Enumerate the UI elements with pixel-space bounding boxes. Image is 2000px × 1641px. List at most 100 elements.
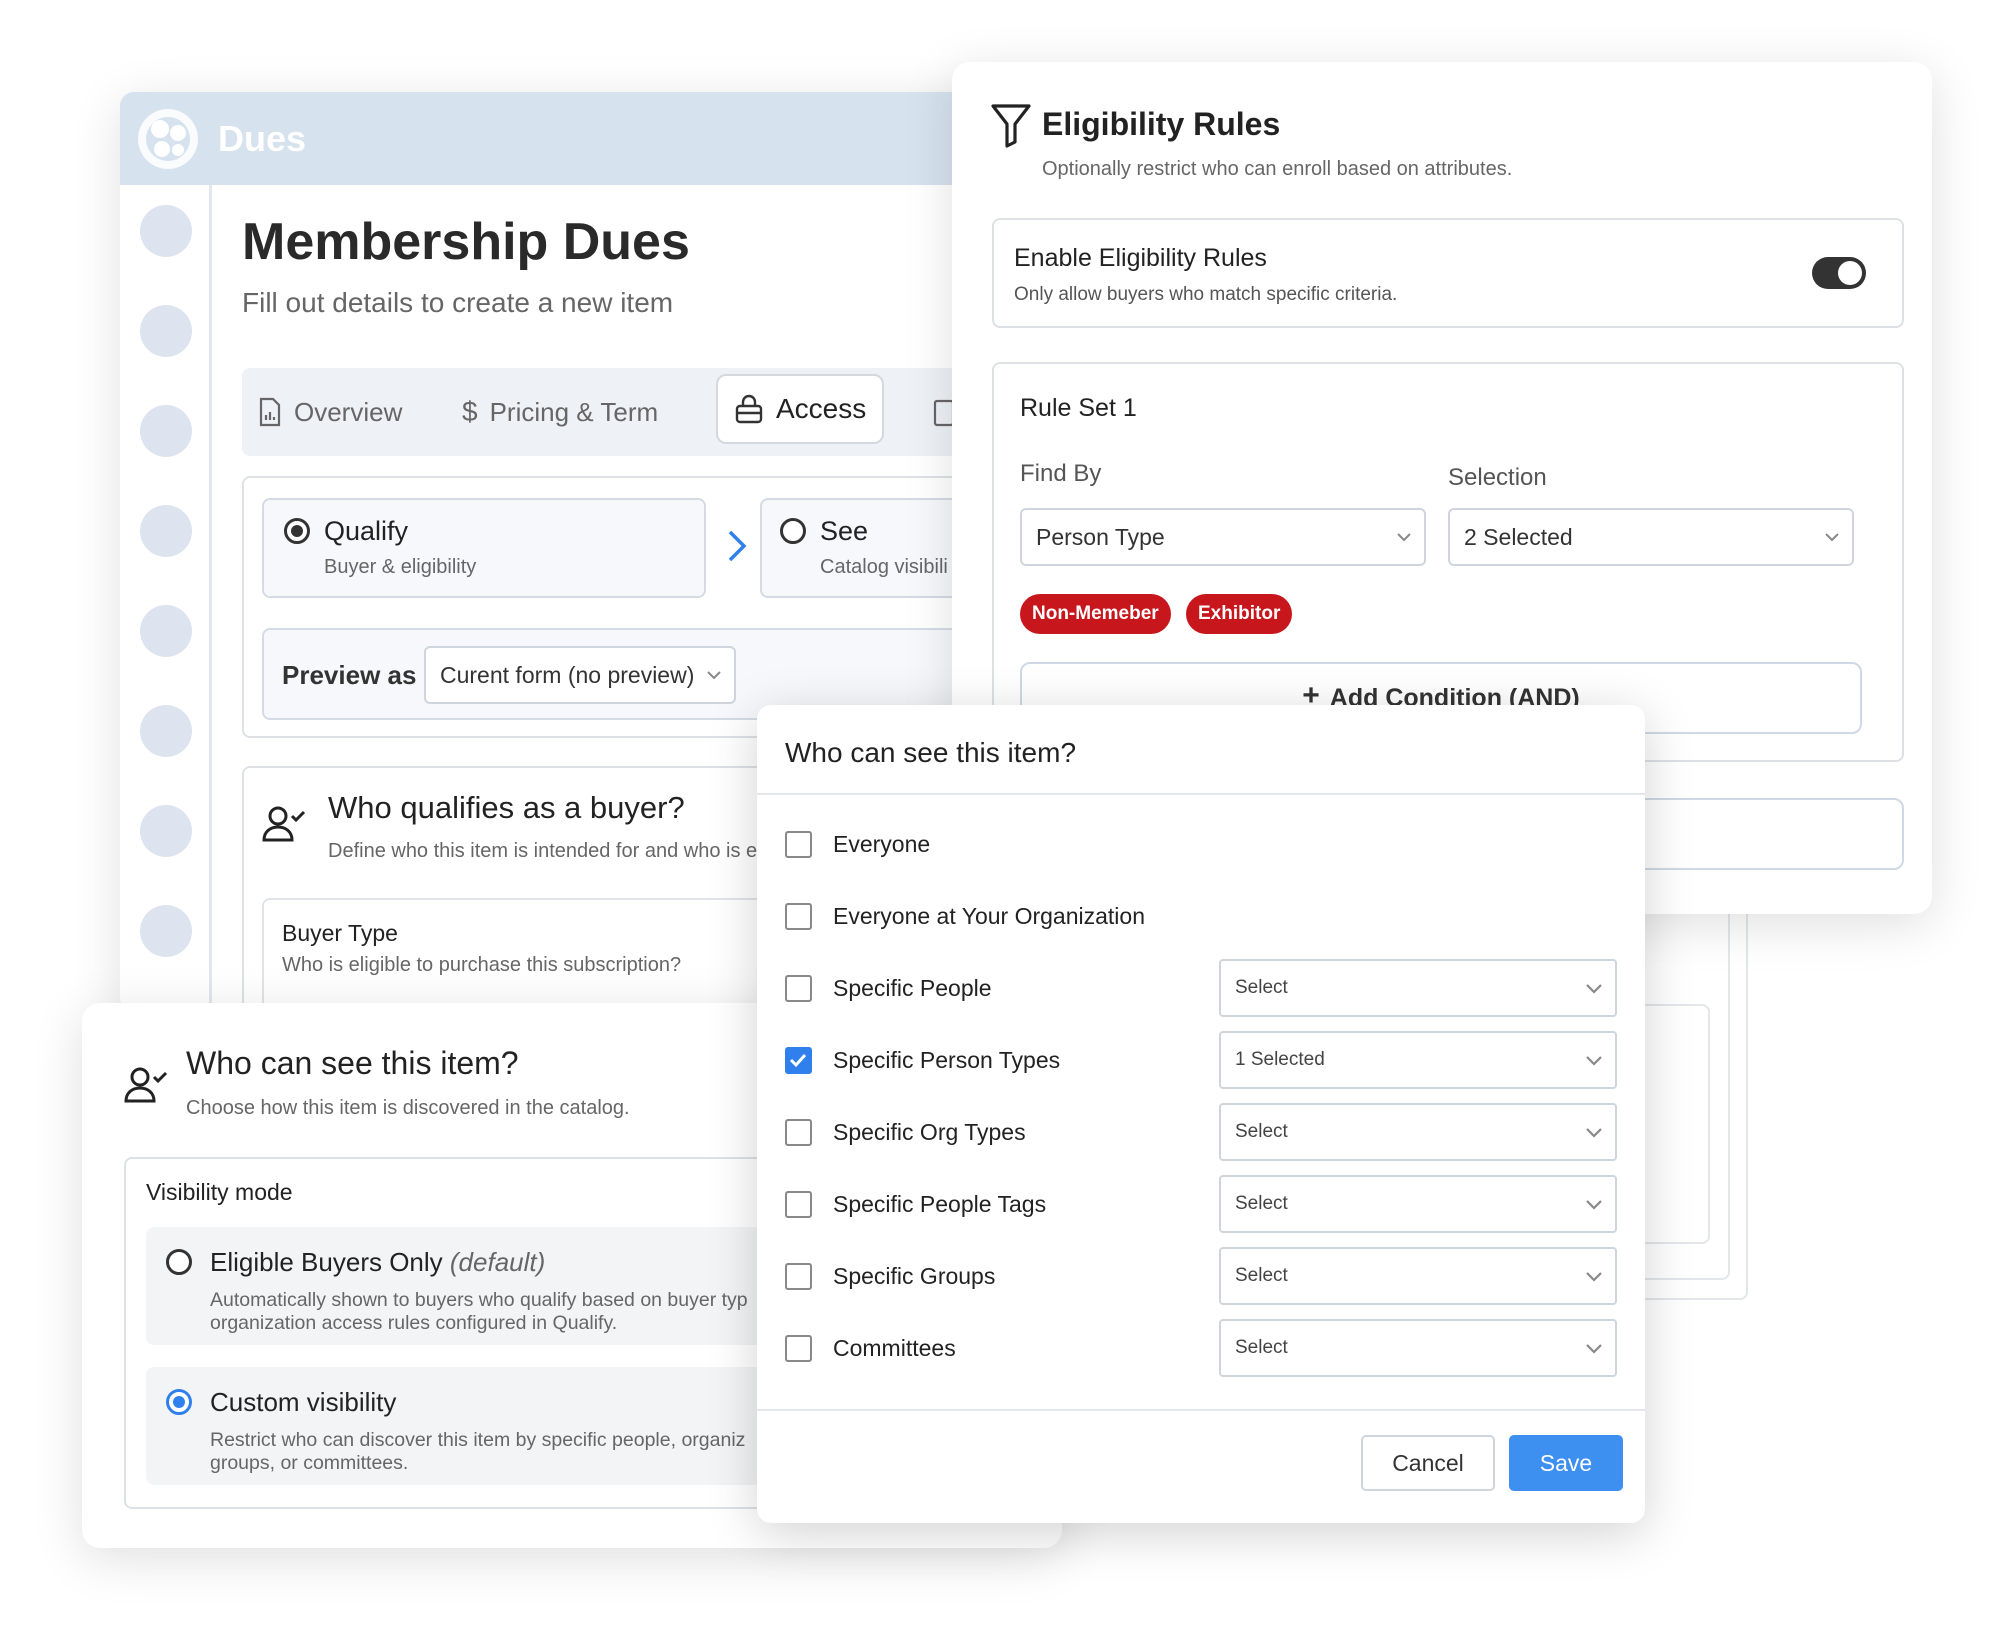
- step-subtitle: Catalog visibili: [820, 556, 948, 578]
- chevron-right-icon: [722, 528, 752, 564]
- checkbox[interactable]: [785, 1263, 812, 1290]
- eligibility-subtitle: Optionally restrict who can enroll based…: [1042, 158, 1513, 180]
- save-button[interactable]: Save: [1509, 1435, 1623, 1491]
- sidebar-item[interactable]: [140, 705, 192, 757]
- preview-value: Curent form (no preview): [440, 661, 695, 688]
- checkbox[interactable]: [785, 831, 812, 858]
- row-label: Specific Groups: [833, 1263, 996, 1289]
- divider: [757, 1409, 1645, 1411]
- buyer-subtitle: Define who this item is intended for and…: [328, 840, 758, 862]
- mode-option-desc: groups, or committees.: [210, 1452, 409, 1474]
- step-title: Qualify: [324, 516, 409, 546]
- eligible-radio[interactable]: [166, 1249, 192, 1275]
- tag-chip[interactable]: Non-Memeber: [1020, 594, 1171, 634]
- preview-select[interactable]: Curent form (no preview): [424, 646, 736, 704]
- divider: [757, 793, 1645, 795]
- sidebar-item[interactable]: [140, 505, 192, 557]
- visibility-row: Everyone: [785, 815, 1625, 875]
- selection-select[interactable]: 2 Selected: [1448, 508, 1854, 566]
- enable-subtitle: Only allow buyers who match specific cri…: [1014, 284, 1398, 305]
- visibility-row: Specific People Select: [785, 959, 1625, 1019]
- checkbox[interactable]: [785, 1119, 812, 1146]
- checkbox[interactable]: [785, 1335, 812, 1362]
- row-label: Committees: [833, 1335, 956, 1361]
- mode-option-desc: Automatically shown to buyers who qualif…: [210, 1289, 748, 1311]
- user-check-icon: [124, 1065, 168, 1105]
- sidebar-item[interactable]: [140, 805, 192, 857]
- mode-option-title: Custom visibility: [210, 1387, 397, 1417]
- row-select[interactable]: 1 Selected: [1219, 1031, 1617, 1089]
- visibility-mode-label: Visibility mode: [146, 1179, 293, 1205]
- sidebar-item[interactable]: [140, 405, 192, 457]
- eligibility-toggle[interactable]: [1812, 257, 1866, 289]
- buyer-type-title: Buyer Type: [282, 920, 398, 946]
- chevron-down-icon: [1585, 1268, 1603, 1284]
- checkbox[interactable]: [785, 1191, 812, 1218]
- chevron-down-icon: [1824, 529, 1840, 545]
- tab-label: Overview: [294, 396, 403, 427]
- tab-pricing[interactable]: $ Pricing & Term: [462, 368, 658, 456]
- preview-label: Preview as: [282, 660, 417, 690]
- enable-title: Enable Eligibility Rules: [1014, 244, 1267, 272]
- see-radio[interactable]: [780, 518, 806, 544]
- tag-chip[interactable]: Exhibitor: [1186, 594, 1293, 634]
- dollar-icon: $: [462, 396, 478, 427]
- row-label: Specific Person Types: [833, 1047, 1061, 1073]
- mode-option-title: Eligible Buyers Only (default): [210, 1247, 546, 1277]
- user-check-icon: [262, 804, 306, 844]
- tab-access[interactable]: Access: [716, 374, 885, 444]
- step-qualify[interactable]: Qualify Buyer & eligibility: [262, 498, 706, 598]
- visibility-row: Everyone at Your Organization: [785, 887, 1625, 947]
- checkbox[interactable]: [785, 903, 812, 930]
- mode-option-desc: organization access rules configured in …: [210, 1312, 618, 1334]
- row-label: Specific People Tags: [833, 1191, 1047, 1217]
- row-select[interactable]: Select: [1219, 1247, 1617, 1305]
- rule-set-title: Rule Set 1: [1020, 394, 1137, 422]
- chevron-down-icon: [1585, 980, 1603, 996]
- rule-set-panel: Rule Set 1 Find By Selection Person Type…: [992, 362, 1904, 762]
- buyer-title: Who qualifies as a buyer?: [328, 790, 685, 825]
- select-value: Select: [1235, 977, 1288, 998]
- sidebar-item[interactable]: [140, 905, 192, 957]
- row-select[interactable]: Select: [1219, 1175, 1617, 1233]
- row-label: Everyone at Your Organization: [833, 903, 1145, 929]
- visibility-row: Specific People Tags Select: [785, 1175, 1625, 1235]
- visibility-title: Who can see this item?: [186, 1045, 519, 1081]
- row-label: Specific Org Types: [833, 1119, 1026, 1145]
- qualify-radio[interactable]: [284, 518, 310, 544]
- visibility-row: Committees Select: [785, 1319, 1625, 1379]
- filter-icon: [990, 102, 1032, 148]
- enable-eligibility-panel: Enable Eligibility Rules Only allow buye…: [992, 218, 1904, 328]
- sidebar-item[interactable]: [140, 605, 192, 657]
- row-select[interactable]: Select: [1219, 959, 1617, 1017]
- row-select[interactable]: Select: [1219, 1319, 1617, 1377]
- app-sidebar: [120, 185, 212, 1012]
- eligibility-title: Eligibility Rules: [1042, 106, 1281, 142]
- tab-overview[interactable]: Overview: [258, 368, 402, 456]
- app-title: Dues: [218, 118, 307, 159]
- step-title: See: [820, 516, 869, 546]
- checkbox[interactable]: [785, 975, 812, 1002]
- select-value: Select: [1235, 1193, 1288, 1214]
- dialog-title: Who can see this item?: [785, 737, 1077, 768]
- cancel-button[interactable]: Cancel: [1361, 1435, 1495, 1491]
- find-by-select[interactable]: Person Type: [1020, 508, 1426, 566]
- checkbox-checked[interactable]: [785, 1047, 812, 1074]
- app-header: Dues: [120, 92, 980, 185]
- custom-radio[interactable]: [166, 1389, 192, 1415]
- sidebar-item[interactable]: [140, 305, 192, 357]
- lock-icon: [734, 394, 764, 424]
- step-see[interactable]: See Catalog visibili: [760, 498, 980, 598]
- select-value: Select: [1235, 1337, 1288, 1358]
- chevron-down-icon: [1585, 1124, 1603, 1140]
- selection-label: Selection: [1448, 464, 1547, 491]
- find-by-label: Find By: [1020, 460, 1102, 487]
- sidebar-item[interactable]: [140, 205, 192, 257]
- tab-label: Pricing & Term: [489, 396, 659, 427]
- chevron-down-icon: [1585, 1196, 1603, 1212]
- visibility-row: Specific Groups Select: [785, 1247, 1625, 1307]
- page-title: Membership Dues: [242, 213, 690, 271]
- row-select[interactable]: Select: [1219, 1103, 1617, 1161]
- page-subtitle: Fill out details to create a new item: [242, 287, 674, 318]
- select-value: Select: [1235, 1121, 1288, 1142]
